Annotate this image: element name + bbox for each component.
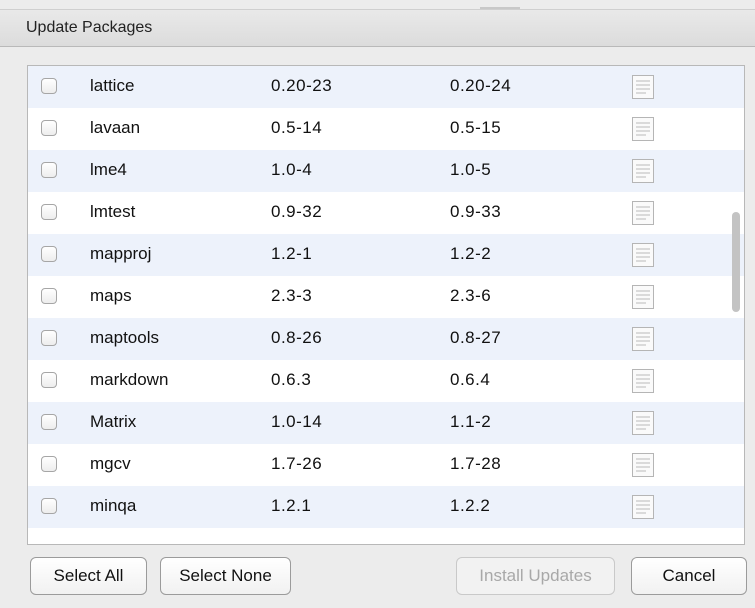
available-version: 1.2.2: [450, 496, 491, 515]
package-checkbox[interactable]: [41, 372, 57, 388]
install-updates-button: Install Updates: [456, 557, 615, 595]
available-version: 1.7-28: [450, 454, 502, 473]
news-document-icon[interactable]: [631, 74, 655, 100]
installed-version: 0.8-26: [271, 328, 323, 347]
package-checkbox[interactable]: [41, 414, 57, 430]
package-checkbox[interactable]: [41, 456, 57, 472]
package-row[interactable]: lmtest 0.9-32 0.9-33: [28, 192, 744, 234]
package-list[interactable]: lattice 0.20-23 0.20-24 lavaan 0.5-14 0.5-15 l…: [27, 65, 745, 545]
available-version: 1.2-2: [450, 244, 492, 263]
package-row[interactable]: lme4 1.0-4 1.0-5: [28, 150, 744, 192]
installed-version: 1.7-26: [271, 454, 323, 473]
news-document-icon[interactable]: [631, 494, 655, 520]
package-name: markdown: [90, 370, 169, 389]
available-version: 2.3-6: [450, 286, 492, 305]
news-document-icon[interactable]: [631, 284, 655, 310]
package-name: Matrix: [90, 412, 137, 431]
available-version: 0.5-15: [450, 118, 502, 137]
select-all-button[interactable]: Select All: [30, 557, 147, 595]
package-row[interactable]: maps 2.3-3 2.3-6: [28, 276, 744, 318]
available-version: 1.0-5: [450, 160, 492, 179]
update-packages-dialog: Update Packages lattice 0.20-23 0.20-24 lav…: [0, 0, 755, 608]
package-row[interactable]: mgcv 1.7-26 1.7-28: [28, 444, 744, 486]
package-name: lattice: [90, 76, 135, 95]
package-checkbox[interactable]: [41, 246, 57, 262]
news-document-icon[interactable]: [631, 242, 655, 268]
package-checkbox[interactable]: [41, 288, 57, 304]
package-name: maps: [90, 286, 132, 305]
package-name: lavaan: [90, 118, 141, 137]
dialog-title: Update Packages: [26, 19, 153, 36]
installed-version: 0.20-23: [271, 76, 333, 95]
available-version: 0.20-24: [450, 76, 512, 95]
package-name: lme4: [90, 160, 127, 179]
package-name: mapproj: [90, 244, 152, 263]
vertical-scrollbar[interactable]: [732, 212, 740, 312]
package-row[interactable]: lavaan 0.5-14 0.5-15: [28, 108, 744, 150]
news-document-icon[interactable]: [631, 410, 655, 436]
package-name: mgcv: [90, 454, 131, 473]
package-checkbox[interactable]: [41, 120, 57, 136]
package-checkbox[interactable]: [41, 498, 57, 514]
news-document-icon[interactable]: [631, 326, 655, 352]
package-row[interactable]: mapproj 1.2-1 1.2-2: [28, 234, 744, 276]
package-rows: lattice 0.20-23 0.20-24 lavaan 0.5-14 0.5-15 l…: [28, 66, 744, 528]
news-document-icon[interactable]: [631, 158, 655, 184]
installed-version: 1.0-4: [271, 160, 313, 179]
cancel-button[interactable]: Cancel: [631, 557, 747, 595]
package-row[interactable]: markdown 0.6.3 0.6.4: [28, 360, 744, 402]
title-grip: [480, 7, 520, 9]
package-name: minqa: [90, 496, 137, 515]
package-row[interactable]: Matrix 1.0-14 1.1-2: [28, 402, 744, 444]
available-version: 0.9-33: [450, 202, 502, 221]
available-version: 0.6.4: [450, 370, 491, 389]
installed-version: 1.2.1: [271, 496, 312, 515]
package-row[interactable]: maptools 0.8-26 0.8-27: [28, 318, 744, 360]
installed-version: 2.3-3: [271, 286, 313, 305]
installed-version: 0.9-32: [271, 202, 323, 221]
package-checkbox[interactable]: [41, 78, 57, 94]
installed-version: 0.5-14: [271, 118, 323, 137]
news-document-icon[interactable]: [631, 200, 655, 226]
package-checkbox[interactable]: [41, 162, 57, 178]
package-checkbox[interactable]: [41, 204, 57, 220]
news-document-icon[interactable]: [631, 452, 655, 478]
package-name: maptools: [90, 328, 159, 347]
package-name: lmtest: [90, 202, 136, 221]
installed-version: 0.6.3: [271, 370, 312, 389]
available-version: 1.1-2: [450, 412, 492, 431]
news-document-icon[interactable]: [631, 368, 655, 394]
package-row[interactable]: minqa 1.2.1 1.2.2: [28, 486, 744, 528]
available-version: 0.8-27: [450, 328, 502, 347]
select-none-button[interactable]: Select None: [160, 557, 291, 595]
package-checkbox[interactable]: [41, 330, 57, 346]
news-document-icon[interactable]: [631, 116, 655, 142]
package-row[interactable]: lattice 0.20-23 0.20-24: [28, 66, 744, 108]
installed-version: 1.2-1: [271, 244, 313, 263]
dialog-titlebar: Update Packages: [0, 7, 755, 47]
installed-version: 1.0-14: [271, 412, 323, 431]
